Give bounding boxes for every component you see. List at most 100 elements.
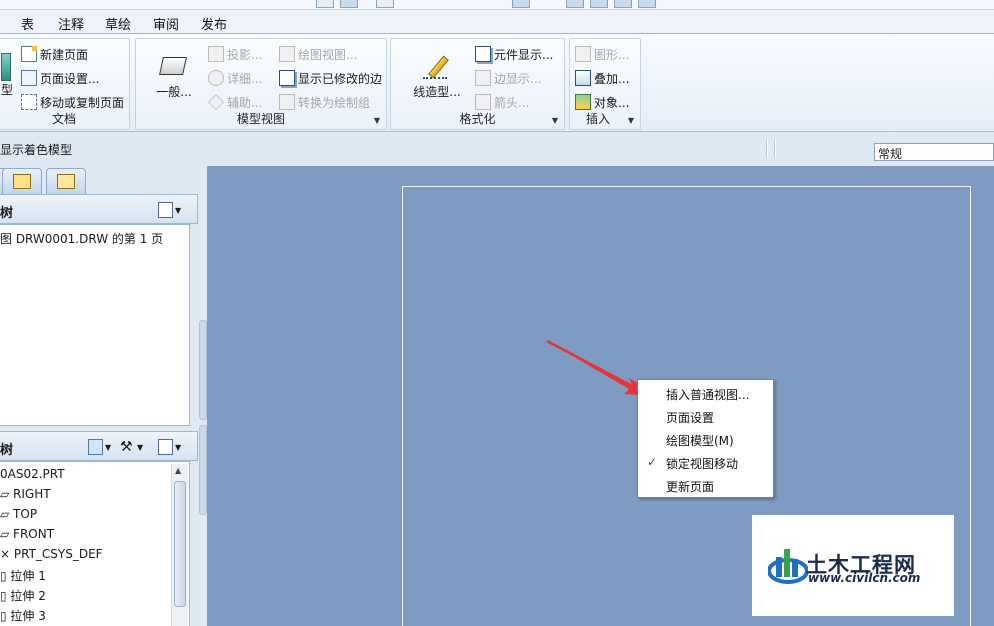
toolbar-button[interactable] bbox=[512, 0, 530, 8]
toolbar-button[interactable] bbox=[614, 0, 632, 8]
show-modified-edges-button[interactable]: 显示已修改的边 bbox=[279, 68, 382, 88]
layout-button-label: 型 bbox=[0, 83, 13, 97]
chevron-down-icon: ▼ bbox=[105, 442, 112, 452]
tree-item-extrude-3[interactable]: ▯ 拉伸 3 bbox=[0, 607, 46, 624]
drawing-view-button[interactable]: 绘图视图... bbox=[279, 44, 357, 64]
projection-label: 投影... bbox=[227, 47, 263, 62]
plane-icon: ▱ bbox=[0, 487, 14, 501]
tab-folder-browser[interactable] bbox=[2, 168, 42, 194]
tree-item-datum-front[interactable]: ▱ FRONT bbox=[0, 527, 54, 541]
menu-item-drawing-models[interactable]: 绘图模型(M) bbox=[666, 432, 734, 449]
auxiliary-button[interactable]: 辅助... bbox=[208, 92, 262, 112]
model-tree-settings-button[interactable]: ▼ bbox=[158, 438, 181, 456]
tab-annotate[interactable]: 注释 bbox=[58, 14, 84, 33]
arrow-label: 箭头... bbox=[494, 95, 530, 110]
tree-item-label: TOP bbox=[13, 507, 38, 521]
group-launcher-format[interactable]: ▼ bbox=[552, 116, 558, 125]
drawing-tree-settings-button[interactable]: ▼ bbox=[158, 201, 181, 219]
check-icon: ✓ bbox=[647, 455, 658, 469]
projection-icon bbox=[208, 46, 224, 62]
ribbon-group-insert: 图形... 叠加... 对象... 插入 ▼ bbox=[569, 38, 641, 130]
menu-item-lock-view-movement[interactable]: 锁定视图移动 bbox=[666, 455, 738, 472]
component-display-button[interactable]: 元件显示... bbox=[475, 44, 553, 64]
message-bar: 显示着色模型 bbox=[0, 132, 994, 164]
panel-splitter[interactable] bbox=[199, 320, 207, 420]
scroll-up-icon[interactable]: ▲ bbox=[175, 466, 181, 475]
chevron-down-icon: ▼ bbox=[175, 442, 182, 452]
line-style-label: 线造型... bbox=[413, 85, 461, 99]
object-label: 对象... bbox=[594, 95, 630, 110]
new-page-label: 新建页面 bbox=[40, 47, 89, 62]
group-label-model-views: 模型视图 bbox=[236, 112, 285, 126]
menu-item-insert-general-view[interactable]: 插入普通视图... bbox=[666, 386, 749, 403]
group-launcher-insert[interactable]: ▼ bbox=[628, 116, 634, 125]
overlay-button[interactable]: 叠加... bbox=[575, 68, 629, 88]
tab-review[interactable]: 审阅 bbox=[153, 14, 179, 33]
ribbon-group-format: 线造型... 元件显示... 边显示... 箭头... 格式化 ▼ bbox=[390, 38, 565, 130]
panel-splitter[interactable] bbox=[199, 425, 207, 515]
tab-sketch[interactable]: 草绘 bbox=[105, 14, 131, 33]
tree-item-csys[interactable]: × PRT_CSYS_DEF bbox=[0, 547, 103, 561]
tab-table[interactable]: 表 bbox=[21, 14, 34, 33]
page-setup-button[interactable]: 页面设置... bbox=[21, 68, 99, 88]
drawing-view-label: 绘图视图... bbox=[298, 47, 358, 62]
selection-filter-select[interactable]: 常规 bbox=[874, 143, 994, 161]
toolbar-button[interactable] bbox=[638, 0, 656, 8]
overlay-icon bbox=[575, 70, 591, 86]
divider bbox=[774, 140, 776, 158]
graph-button[interactable]: 图形... bbox=[575, 44, 629, 64]
toolbar-button[interactable] bbox=[340, 0, 358, 8]
ribbon: 型 新建页面 页面设置... 移动或复制页面 文档 一般... 投影... 详细… bbox=[0, 34, 994, 132]
projection-button[interactable]: 投影... bbox=[208, 44, 262, 64]
move-copy-page-button[interactable]: 移动或复制页面 bbox=[21, 92, 124, 112]
move-copy-page-label: 移动或复制页面 bbox=[40, 95, 125, 110]
tree-item-part[interactable]: 0AS02.PRT bbox=[0, 467, 65, 481]
detail-button[interactable]: 详细... bbox=[208, 68, 262, 88]
civilcn-logo-icon bbox=[768, 549, 808, 584]
ribbon-group-document: 型 新建页面 页面设置... 移动或复制页面 文档 bbox=[0, 38, 130, 130]
watermark: 土木工程网 www.civilcn.com bbox=[752, 515, 954, 616]
show-button[interactable]: ▼ bbox=[88, 438, 111, 456]
line-style-button[interactable]: 线造型... bbox=[407, 53, 467, 100]
tab-publish[interactable]: 发布 bbox=[201, 14, 227, 33]
divider bbox=[766, 140, 768, 158]
extrude-icon: ▯ bbox=[0, 589, 11, 603]
menu-item-update-sheets[interactable]: 更新页面 bbox=[666, 478, 714, 495]
tree-item-extrude-1[interactable]: ▯ 拉伸 1 bbox=[0, 567, 46, 584]
new-page-icon bbox=[21, 46, 37, 62]
general-view-button[interactable]: 一般... bbox=[150, 53, 198, 100]
tree-item-datum-top[interactable]: ▱ TOP bbox=[0, 507, 37, 521]
group-label-document: 文档 bbox=[51, 112, 76, 126]
arrow-button[interactable]: 箭头... bbox=[475, 92, 529, 112]
tree-item-extrude-2[interactable]: ▯ 拉伸 2 bbox=[0, 587, 46, 604]
new-page-button[interactable]: 新建页面 bbox=[21, 44, 88, 64]
edge-display-button[interactable]: 边显示... bbox=[475, 68, 541, 88]
toolbar-button[interactable] bbox=[376, 0, 394, 8]
toolbar-button[interactable] bbox=[590, 0, 608, 8]
list-icon bbox=[158, 439, 173, 455]
tree-item-sheet[interactable]: 图 DRW0001.DRW 的第 1 页 bbox=[0, 230, 163, 247]
model-tree: 0AS02.PRT ▱ RIGHT ▱ TOP ▱ FRONT × PRT_CS… bbox=[0, 461, 190, 626]
tree-item-datum-right[interactable]: ▱ RIGHT bbox=[0, 487, 51, 501]
convert-to-draw-group-label: 转换为绘制组 bbox=[298, 95, 371, 110]
object-icon bbox=[575, 94, 591, 110]
convert-to-draw-group-button[interactable]: 转换为绘制组 bbox=[279, 92, 370, 112]
component-display-icon bbox=[475, 46, 491, 62]
tab-favorites[interactable] bbox=[46, 168, 86, 194]
overlay-label: 叠加... bbox=[594, 71, 630, 86]
auxiliary-label: 辅助... bbox=[227, 95, 263, 110]
model-tree-scrollbar[interactable]: ▲ bbox=[171, 464, 188, 626]
scrollbar-thumb[interactable] bbox=[174, 481, 186, 607]
folder-icon bbox=[13, 174, 31, 189]
detail-label: 详细... bbox=[227, 71, 263, 86]
model-tree-header: 树 ▼ ⚒ ▼ ▼ bbox=[0, 431, 198, 461]
tree-tools-button[interactable]: ⚒ ▼ bbox=[120, 438, 143, 456]
group-launcher-model-views[interactable]: ▼ bbox=[374, 116, 380, 125]
menu-item-page-setup[interactable]: 页面设置 bbox=[666, 409, 714, 426]
layout-button[interactable]: 型 bbox=[0, 53, 15, 98]
edge-display-icon bbox=[475, 70, 491, 86]
toolbar-button[interactable] bbox=[316, 0, 334, 8]
object-button[interactable]: 对象... bbox=[575, 92, 629, 112]
component-display-label: 元件显示... bbox=[494, 47, 554, 62]
toolbar-button[interactable] bbox=[566, 0, 584, 8]
